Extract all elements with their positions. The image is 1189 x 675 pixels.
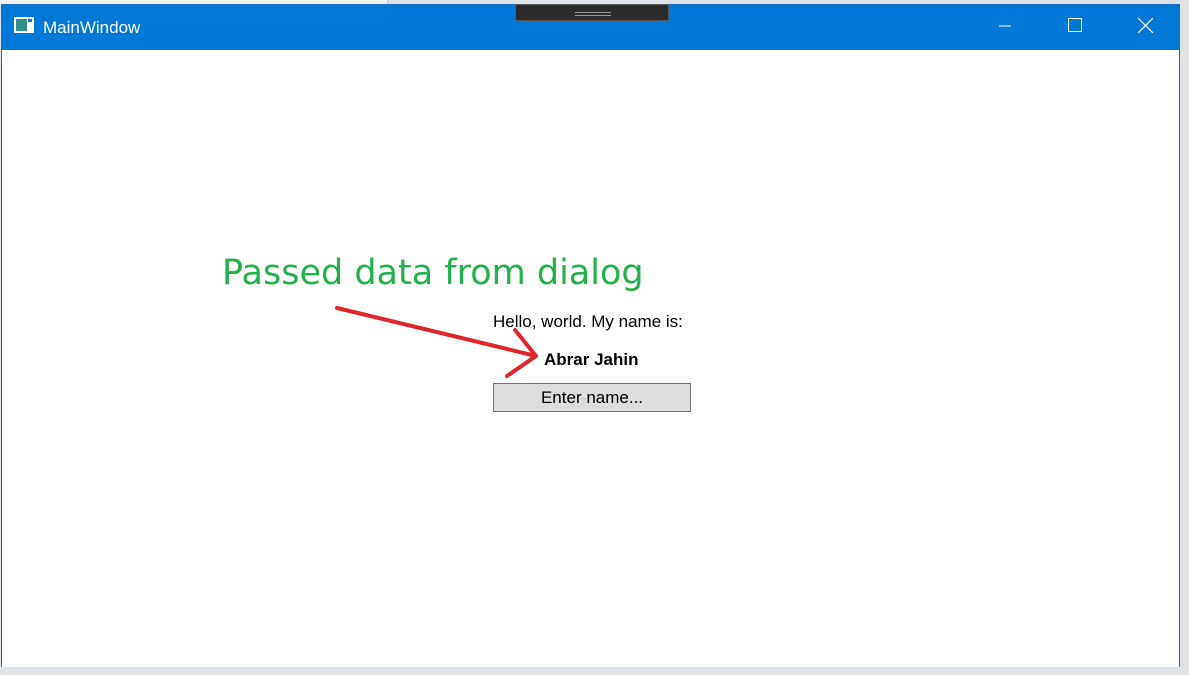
main-window: MainWindow Passed data from dialog Hello… [1,4,1180,667]
window-snap-handle[interactable] [515,4,669,21]
minimize-button[interactable] [970,5,1040,50]
greeting-text: Hello, world. My name is: [493,312,683,331]
close-icon [1137,17,1153,38]
minimize-icon [999,19,1011,37]
maximize-icon [1068,18,1082,37]
window-title: MainWindow [43,18,141,37]
maximize-button[interactable] [1040,5,1110,50]
name-value: Abrar Jahin [544,350,639,369]
close-button[interactable] [1110,5,1180,50]
annotation-label: Passed data from dialog [222,253,644,293]
enter-name-button[interactable]: Enter name... [493,383,691,412]
window-content: Passed data from dialog Hello, world. My… [2,50,1179,667]
app-window-icon [14,17,34,33]
